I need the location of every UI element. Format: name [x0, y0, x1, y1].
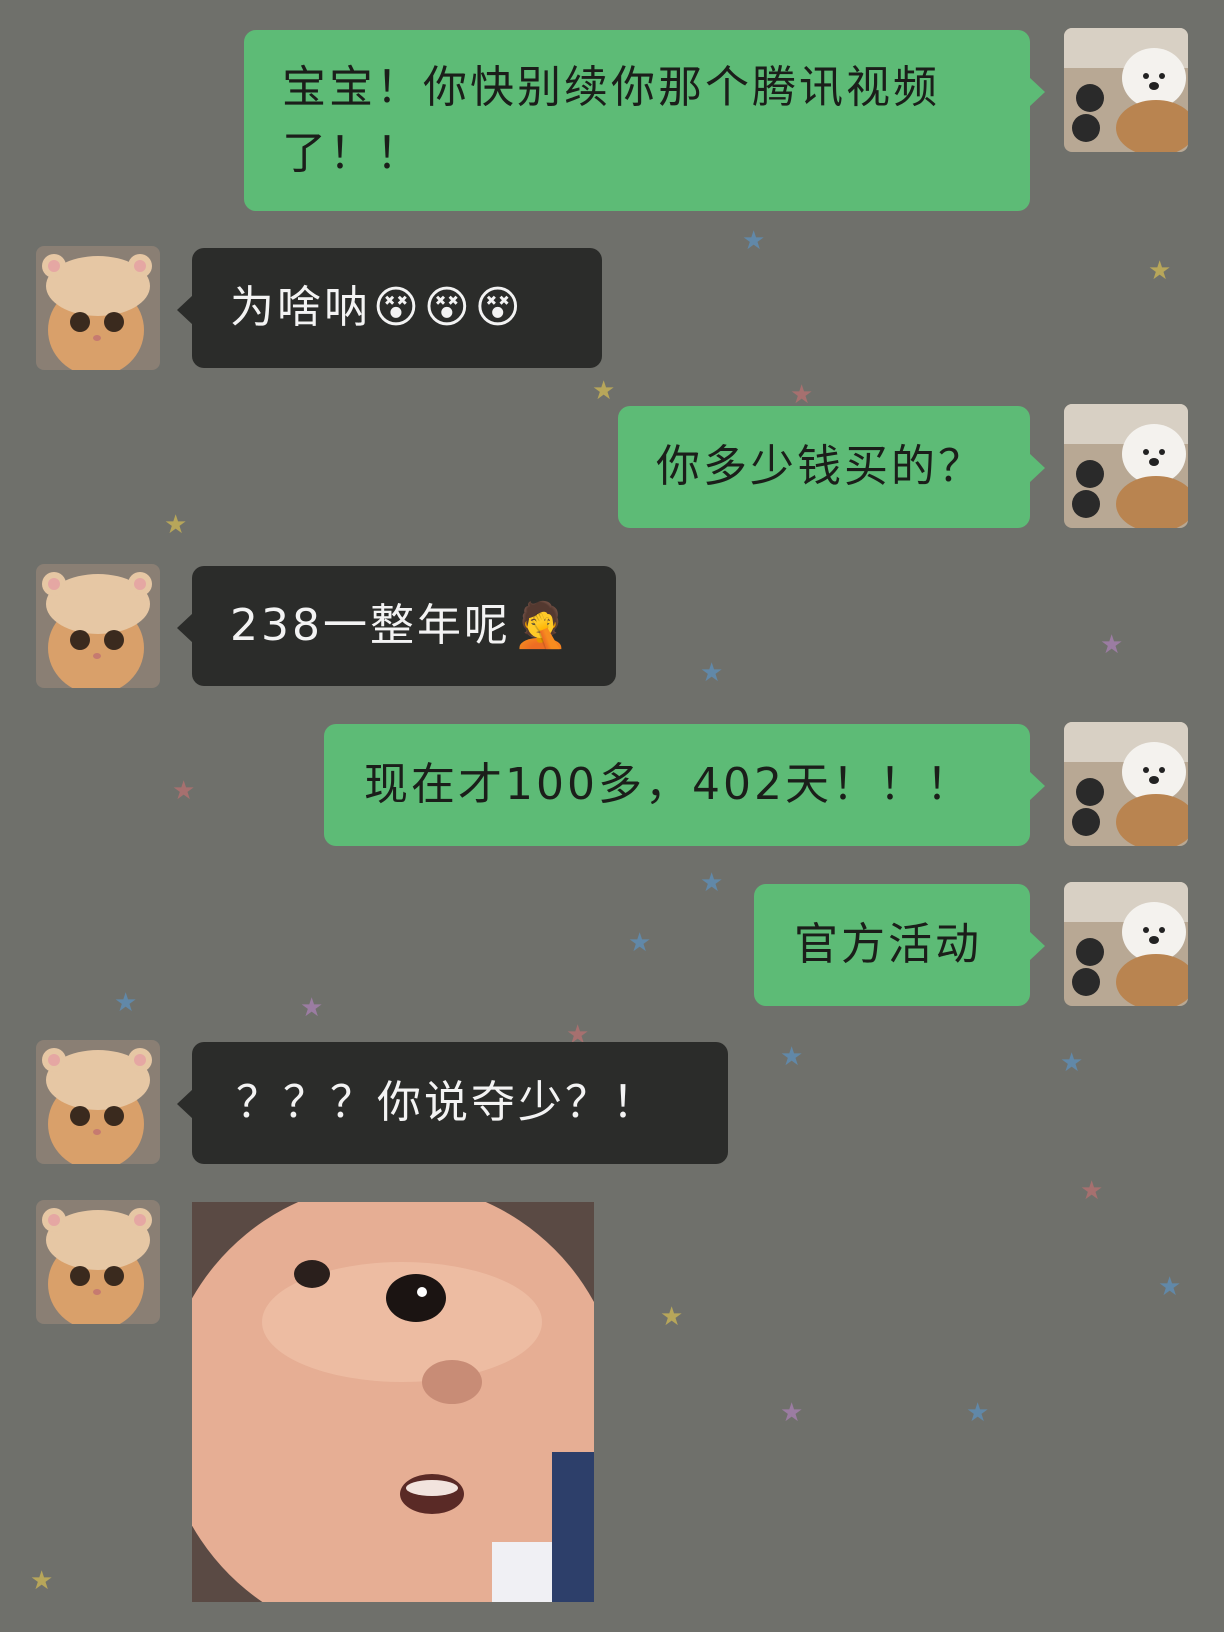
chat-window: ★ ★ ★ ★ ★ ★ ★ ★ ★ ★ ★ ★ ★ ★ ★ ★ ★ ★ ★ ★ …: [0, 0, 1224, 1632]
wallpaper-star: ★: [966, 1398, 990, 1428]
wallpaper-star: ★: [30, 1566, 54, 1596]
cat-in-bear-hat-avatar[interactable]: [36, 564, 160, 688]
wallpaper-star: ★: [1060, 1048, 1084, 1078]
face-palm-laughing-emoji: 🤦: [512, 600, 571, 651]
wallpaper-star: ★: [780, 1042, 804, 1072]
wallpaper-star: ★: [1080, 1176, 1104, 1206]
surprised-baby-sticker[interactable]: [192, 1202, 594, 1602]
wallpaper-star: ★: [592, 376, 616, 406]
wallpaper-star: ★: [660, 1302, 684, 1332]
cat-in-bear-hat-avatar[interactable]: [36, 1040, 160, 1164]
white-dog-avatar[interactable]: [1064, 404, 1188, 528]
white-dog-avatar[interactable]: [1064, 722, 1188, 846]
wallpaper-star: ★: [780, 1398, 804, 1428]
message-text: 现在才100多，402天！！！: [364, 759, 973, 810]
confused-face-emoji: 😵: [373, 282, 422, 333]
confused-face-emoji: 😵: [423, 282, 473, 333]
message-text: 238一整年呢: [230, 600, 511, 651]
wallpaper-star: ★: [1158, 1272, 1182, 1302]
message-bubble-received[interactable]: 238一整年呢🤦: [177, 566, 616, 686]
wallpaper-star: ★: [1100, 630, 1124, 660]
message-bubble-received[interactable]: 为啥呐😵😵😵: [177, 248, 602, 368]
wallpaper-star: ★: [742, 226, 766, 256]
wallpaper-star: ★: [164, 510, 188, 540]
wallpaper-star: ★: [114, 988, 138, 1018]
wallpaper-star: ★: [300, 993, 324, 1023]
message-text: 为啥呐: [230, 282, 371, 333]
message-bubble-sent[interactable]: 现在才100多，402天！！！: [324, 724, 1045, 846]
wallpaper-star: ★: [1148, 256, 1172, 286]
message-bubble-sent[interactable]: 你多少钱买的？: [618, 406, 1045, 528]
cat-in-bear-hat-avatar[interactable]: [36, 246, 160, 370]
wallpaper-star: ★: [700, 658, 724, 688]
message-bubble-received[interactable]: ？？？你说夺少？！: [177, 1042, 728, 1164]
cat-in-bear-hat-avatar[interactable]: [36, 1200, 160, 1324]
message-text: 你多少钱买的？: [656, 441, 985, 492]
message-bubble-sent[interactable]: 官方活动: [754, 884, 1045, 1006]
wallpaper-star: ★: [628, 928, 652, 958]
message-bubble-sent[interactable]: 宝宝！你快别续你那个腾讯视频了！！: [244, 30, 1045, 211]
message-text: ？？？你说夺少？！: [236, 1077, 659, 1128]
wallpaper-star: ★: [790, 380, 814, 410]
confused-face-emoji: 😵: [474, 282, 524, 333]
message-text: 宝宝！你快别续你那个腾讯视频了！！: [282, 62, 940, 179]
white-dog-avatar[interactable]: [1064, 882, 1188, 1006]
message-text: 官方活动: [794, 919, 982, 970]
white-dog-avatar[interactable]: [1064, 28, 1188, 152]
wallpaper-star: ★: [172, 776, 196, 806]
wallpaper-star: ★: [700, 868, 724, 898]
